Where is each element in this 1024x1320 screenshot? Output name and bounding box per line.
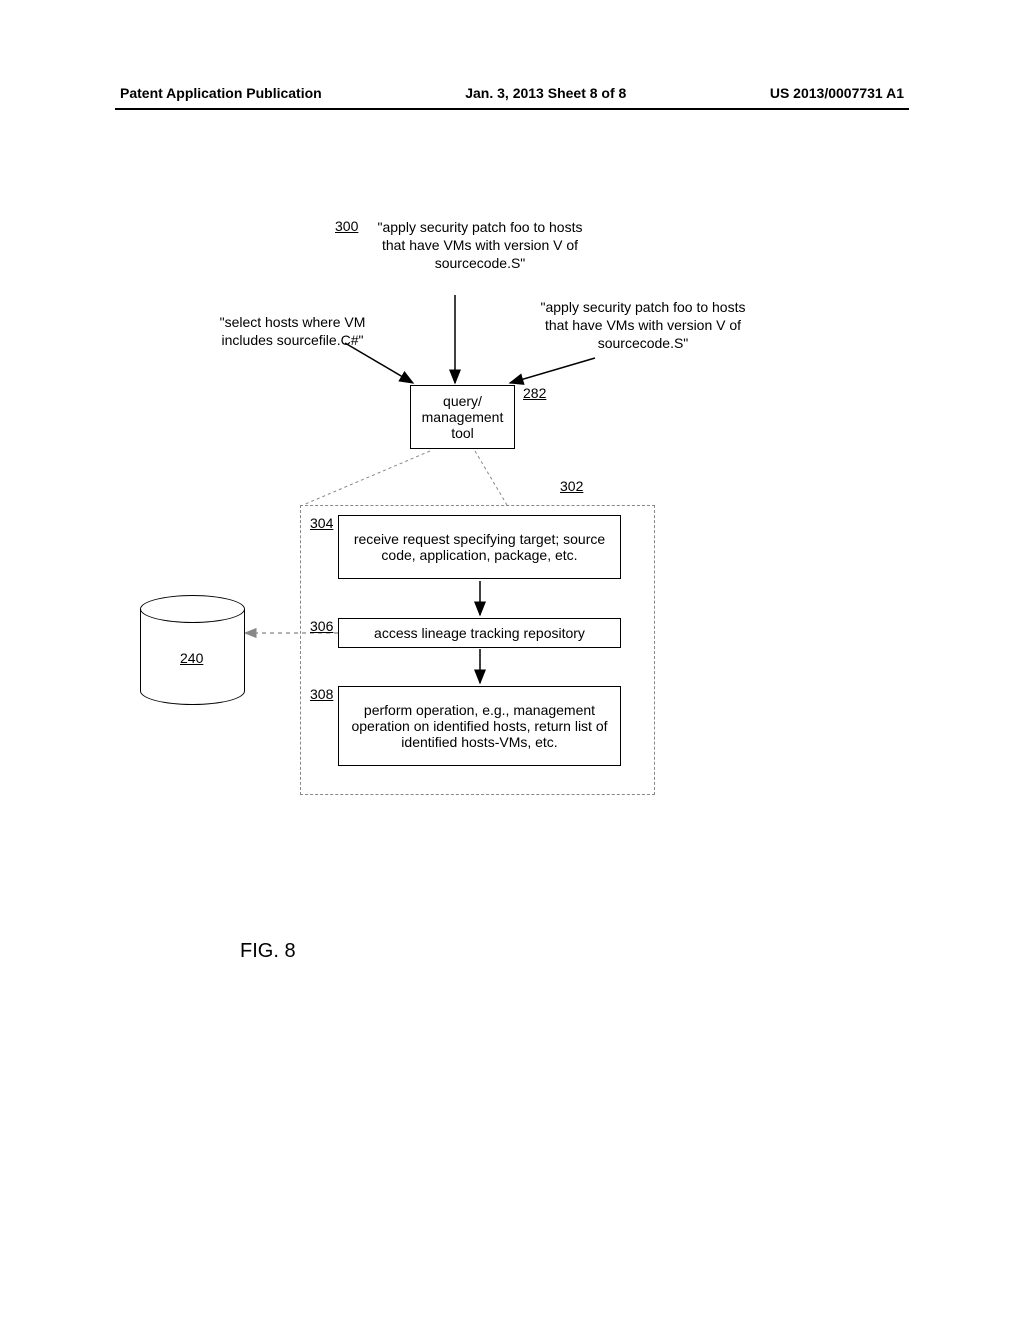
diagram-container: 300 "apply security patch foo to hosts t… — [0, 200, 1024, 1000]
header-right: US 2013/0007731 A1 — [770, 85, 904, 101]
header-left: Patent Application Publication — [120, 85, 322, 101]
header-center: Jan. 3, 2013 Sheet 8 of 8 — [465, 85, 626, 101]
query-text-top: "apply security patch foo to hosts that … — [375, 218, 585, 273]
query-text-left: "select hosts where VM includes sourcefi… — [195, 313, 390, 349]
tool-box-label: query/ management tool — [417, 393, 508, 441]
step-308-text: perform operation, e.g., management oper… — [345, 702, 614, 750]
ref-304: 304 — [310, 515, 333, 531]
tool-box: query/ management tool — [410, 385, 515, 449]
step-306-box: access lineage tracking repository — [338, 618, 621, 648]
query-text-right: "apply security patch foo to hosts that … — [538, 298, 748, 353]
step-308-box: perform operation, e.g., management oper… — [338, 686, 621, 766]
ref-306: 306 — [310, 618, 333, 634]
ref-282: 282 — [523, 385, 546, 401]
step-306-text: access lineage tracking repository — [374, 625, 585, 641]
repository-cylinder: 240 — [140, 595, 245, 705]
ref-308: 308 — [310, 686, 333, 702]
header-rule — [115, 108, 909, 110]
ref-300: 300 — [335, 218, 358, 234]
step-304-box: receive request specifying target; sourc… — [338, 515, 621, 579]
page-header: Patent Application Publication Jan. 3, 2… — [0, 85, 1024, 101]
figure-label: FIG. 8 — [240, 940, 296, 963]
ref-240: 240 — [180, 650, 203, 666]
ref-302: 302 — [560, 478, 583, 494]
step-304-text: receive request specifying target; sourc… — [345, 531, 614, 563]
